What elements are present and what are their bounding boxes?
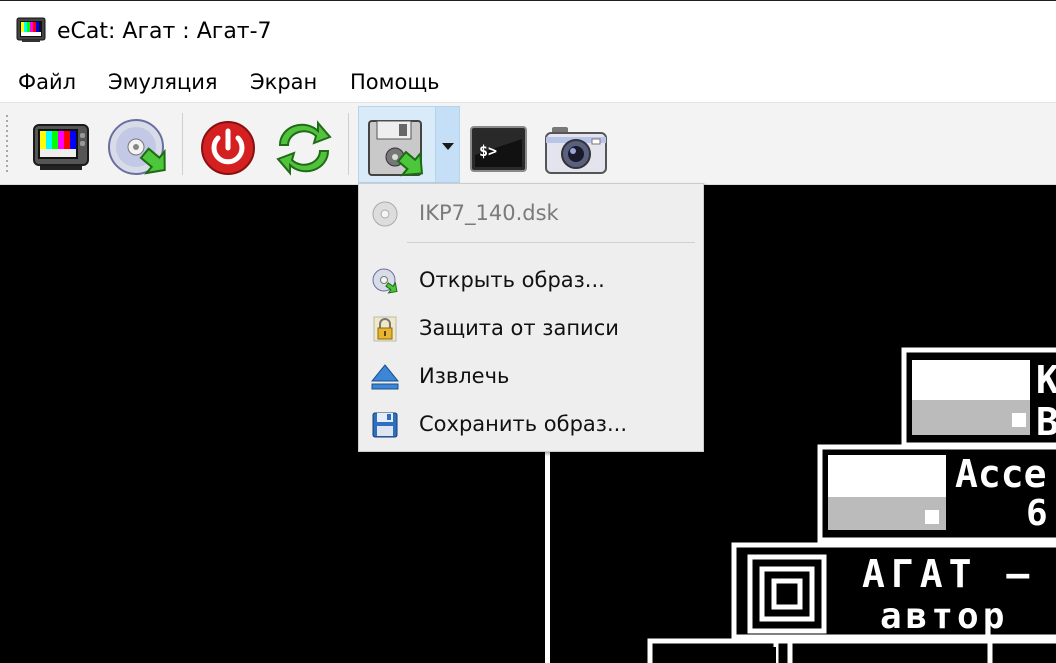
menu-screen[interactable]: Экран [250,68,317,96]
svg-text:$>: $> [479,142,497,160]
terminal-button[interactable]: $> [466,111,534,177]
write-protect-label: Защита от записи [419,316,619,340]
screen-text-agat: АГАТ – [862,552,1035,596]
toolbar-grip[interactable] [5,115,9,175]
power-icon [201,121,255,175]
terminal-icon: $> [470,126,527,172]
current-disk-image-label: IKP7_140.dsk [419,201,559,225]
write-protect-item[interactable]: Защита от записи [359,305,703,351]
power-button[interactable] [194,111,262,177]
chevron-down-icon [442,143,454,150]
eject-icon [371,364,399,390]
current-disk-image-item: IKP7_140.dsk [359,190,703,236]
disk-dropdown-menu: IKP7_140.dsk Открыть образ... Защита от … [358,183,704,452]
open-image-item[interactable]: Открыть образ... [359,257,703,303]
menu-separator [407,242,695,243]
toolbar-separator [348,113,349,175]
screen-text-6: 6 [1026,493,1048,534]
lock-icon [373,316,397,342]
menu-emulation[interactable]: Эмуляция [108,68,218,96]
tv-button[interactable] [28,111,96,177]
save-icon [372,412,398,438]
eject-label: Извлечь [419,364,510,388]
title-bar: eCat: Агат : Агат-7 [0,0,1056,62]
toolbar-separator [182,113,183,175]
toolbar: $> [0,102,1056,185]
screen-text-asse: Ассе [955,452,1047,496]
camera-icon [545,127,607,174]
cd-open-icon [108,119,166,175]
floppy-disk-icon [368,120,424,177]
menu-file[interactable]: Файл [18,68,76,96]
app-tv-icon [16,17,46,42]
cd-open-icon [372,268,398,294]
menu-bar: Файл Эмуляция Экран Помощь [0,62,1056,102]
tv-monitor-icon [33,124,89,170]
menu-help[interactable]: Помощь [350,68,440,96]
disk-dropdown-button[interactable] [358,106,460,183]
open-image-label: Открыть образ... [419,268,605,292]
window-title: eCat: Агат : Агат-7 [57,19,272,44]
screen-text-avtor: автор [880,596,1008,637]
save-image-label: Сохранить образ... [419,412,627,436]
screenshot-button[interactable] [542,111,610,177]
screen-text-k: К [1036,358,1056,402]
eject-item[interactable]: Извлечь [359,353,703,399]
reset-icon [276,120,332,176]
reset-button[interactable] [270,111,338,177]
open-cd-button[interactable] [104,111,172,177]
cd-icon [372,201,398,227]
screen-text-v: В [1036,400,1056,444]
save-image-item[interactable]: Сохранить образ... [359,401,703,447]
